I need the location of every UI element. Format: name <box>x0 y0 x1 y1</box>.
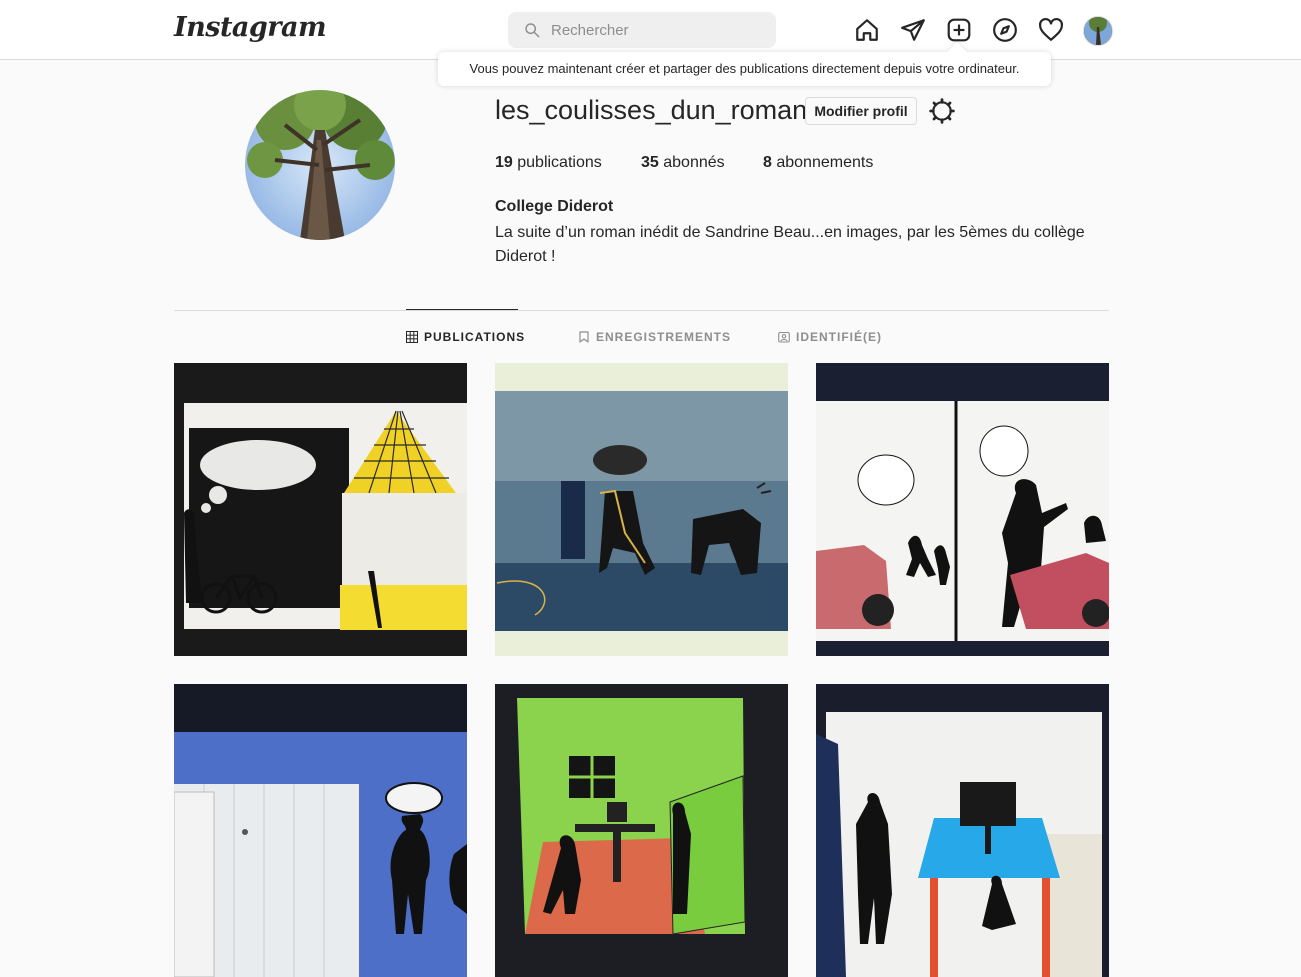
post-5-image <box>495 684 788 977</box>
post-1[interactable] <box>174 363 467 656</box>
profile-bio: La suite d’un roman inédit de Sandrine B… <box>495 224 1085 265</box>
active-tab-indicator <box>406 309 518 310</box>
edit-profile-button[interactable]: Modifier profil <box>805 97 917 125</box>
stat-count: 19 <box>495 154 513 171</box>
post-4-image <box>174 684 467 977</box>
bookmark-icon <box>579 331 589 343</box>
post-4[interactable] <box>174 684 467 977</box>
explore-icon[interactable] <box>992 17 1018 43</box>
tabs-divider <box>174 310 1109 311</box>
stat-following[interactable]: 8 abonnements <box>763 154 873 172</box>
top-navigation-bar: Instagram <box>0 0 1301 60</box>
settings-gear-icon[interactable] <box>929 98 955 124</box>
tab-label: PUBLICATIONS <box>424 330 526 344</box>
profile-picture[interactable] <box>245 90 395 240</box>
stat-count: 35 <box>641 154 659 171</box>
post-6[interactable] <box>816 684 1109 977</box>
tab-label: ENREGISTREMENTS <box>596 330 732 344</box>
profile-full-name: College Diderot <box>495 198 614 215</box>
stat-label: publications <box>517 154 602 171</box>
post-2[interactable] <box>495 363 788 656</box>
post-2-image <box>495 363 788 656</box>
direct-icon[interactable] <box>900 17 926 43</box>
stat-publications[interactable]: 19 publications <box>495 154 602 172</box>
avatar-tree-image <box>1084 17 1112 45</box>
avatar[interactable] <box>1083 16 1113 46</box>
search-icon <box>525 23 540 38</box>
search-input[interactable] <box>551 12 766 48</box>
home-icon[interactable] <box>854 17 880 43</box>
post-5[interactable] <box>495 684 788 977</box>
grid-icon <box>406 331 418 343</box>
new-post-tooltip: Vous pouvez maintenant créer et partager… <box>438 52 1051 86</box>
stat-count: 8 <box>763 154 772 171</box>
tagged-icon <box>778 331 790 343</box>
post-3[interactable] <box>816 363 1109 656</box>
instagram-logo[interactable]: Instagram <box>174 12 327 43</box>
post-6-image <box>816 684 1109 977</box>
tab-saved[interactable]: ENREGISTREMENTS <box>578 330 731 344</box>
post-1-image <box>174 363 467 656</box>
stat-followers[interactable]: 35 abonnés <box>641 154 725 172</box>
post-3-image <box>816 363 1109 656</box>
tab-tagged[interactable]: IDENTIFIÉ(E) <box>778 330 882 344</box>
tree-photo <box>245 90 395 240</box>
stat-label: abonnements <box>776 154 874 171</box>
activity-icon[interactable] <box>1038 17 1064 43</box>
tab-publications[interactable]: PUBLICATIONS <box>406 330 525 344</box>
search-box[interactable] <box>508 12 776 48</box>
tab-label: IDENTIFIÉ(E) <box>796 330 882 344</box>
profile-username: les_coulisses_dun_roman <box>495 95 808 125</box>
new-post-icon[interactable] <box>946 17 972 43</box>
stat-label: abonnés <box>663 154 725 171</box>
